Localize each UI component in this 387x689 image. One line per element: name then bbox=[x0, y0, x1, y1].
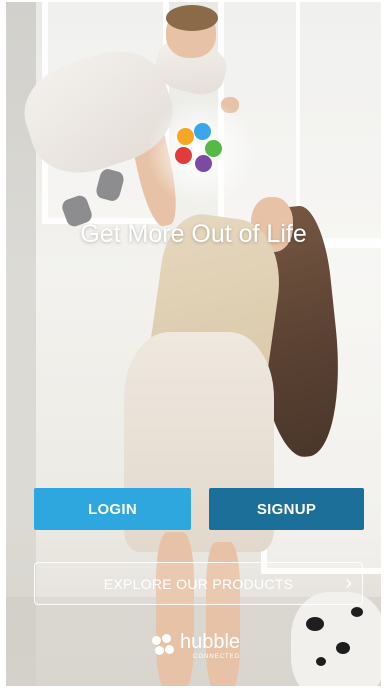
headline: Get More Out of Life bbox=[80, 220, 307, 248]
brand-name: hubble bbox=[180, 631, 241, 653]
signup-button[interactable]: SIGNUP bbox=[209, 488, 364, 530]
explore-products-label: EXPLORE OUR PRODUCTS bbox=[103, 575, 294, 592]
app-logo-icon bbox=[173, 122, 225, 178]
hubble-brand: hubble CONNECTED bbox=[152, 632, 240, 662]
login-button[interactable]: LOGIN bbox=[34, 488, 191, 530]
hubble-logo-icon bbox=[152, 634, 176, 658]
app-screen: Get More Out of Life LOGIN SIGNUP EXPLOR… bbox=[6, 2, 381, 686]
explore-products-button[interactable]: EXPLORE OUR PRODUCTS › bbox=[34, 562, 363, 605]
brand-subtitle: CONNECTED bbox=[193, 654, 241, 660]
chevron-right-icon: › bbox=[345, 572, 352, 594]
